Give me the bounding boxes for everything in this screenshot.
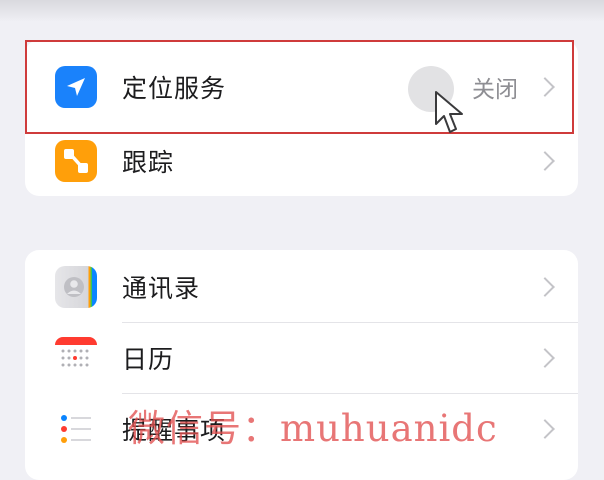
chevron-right-icon — [535, 419, 555, 439]
calendar-icon — [55, 337, 97, 379]
row-label: 日历 — [122, 345, 175, 374]
row-tracking[interactable]: 跟踪 — [25, 126, 578, 196]
status-area-fade — [0, 0, 604, 22]
chevron-right-icon — [535, 348, 555, 368]
row-label: 通讯录 — [122, 274, 201, 303]
row-contacts[interactable]: 通讯录 — [25, 252, 578, 322]
tracking-icon — [55, 140, 97, 182]
calendar-header-bar — [55, 337, 97, 345]
row-label: 跟踪 — [122, 148, 175, 177]
watermark-text: 微信号：muhuanidc — [128, 407, 498, 450]
chevron-right-icon — [535, 151, 555, 171]
row-calendar[interactable]: 日历 — [25, 323, 578, 393]
mouse-pointer-icon — [435, 91, 463, 133]
highlight-frame — [25, 40, 574, 134]
chevron-right-icon — [535, 277, 555, 297]
contacts-icon — [55, 266, 97, 308]
reminders-icon — [55, 408, 97, 450]
